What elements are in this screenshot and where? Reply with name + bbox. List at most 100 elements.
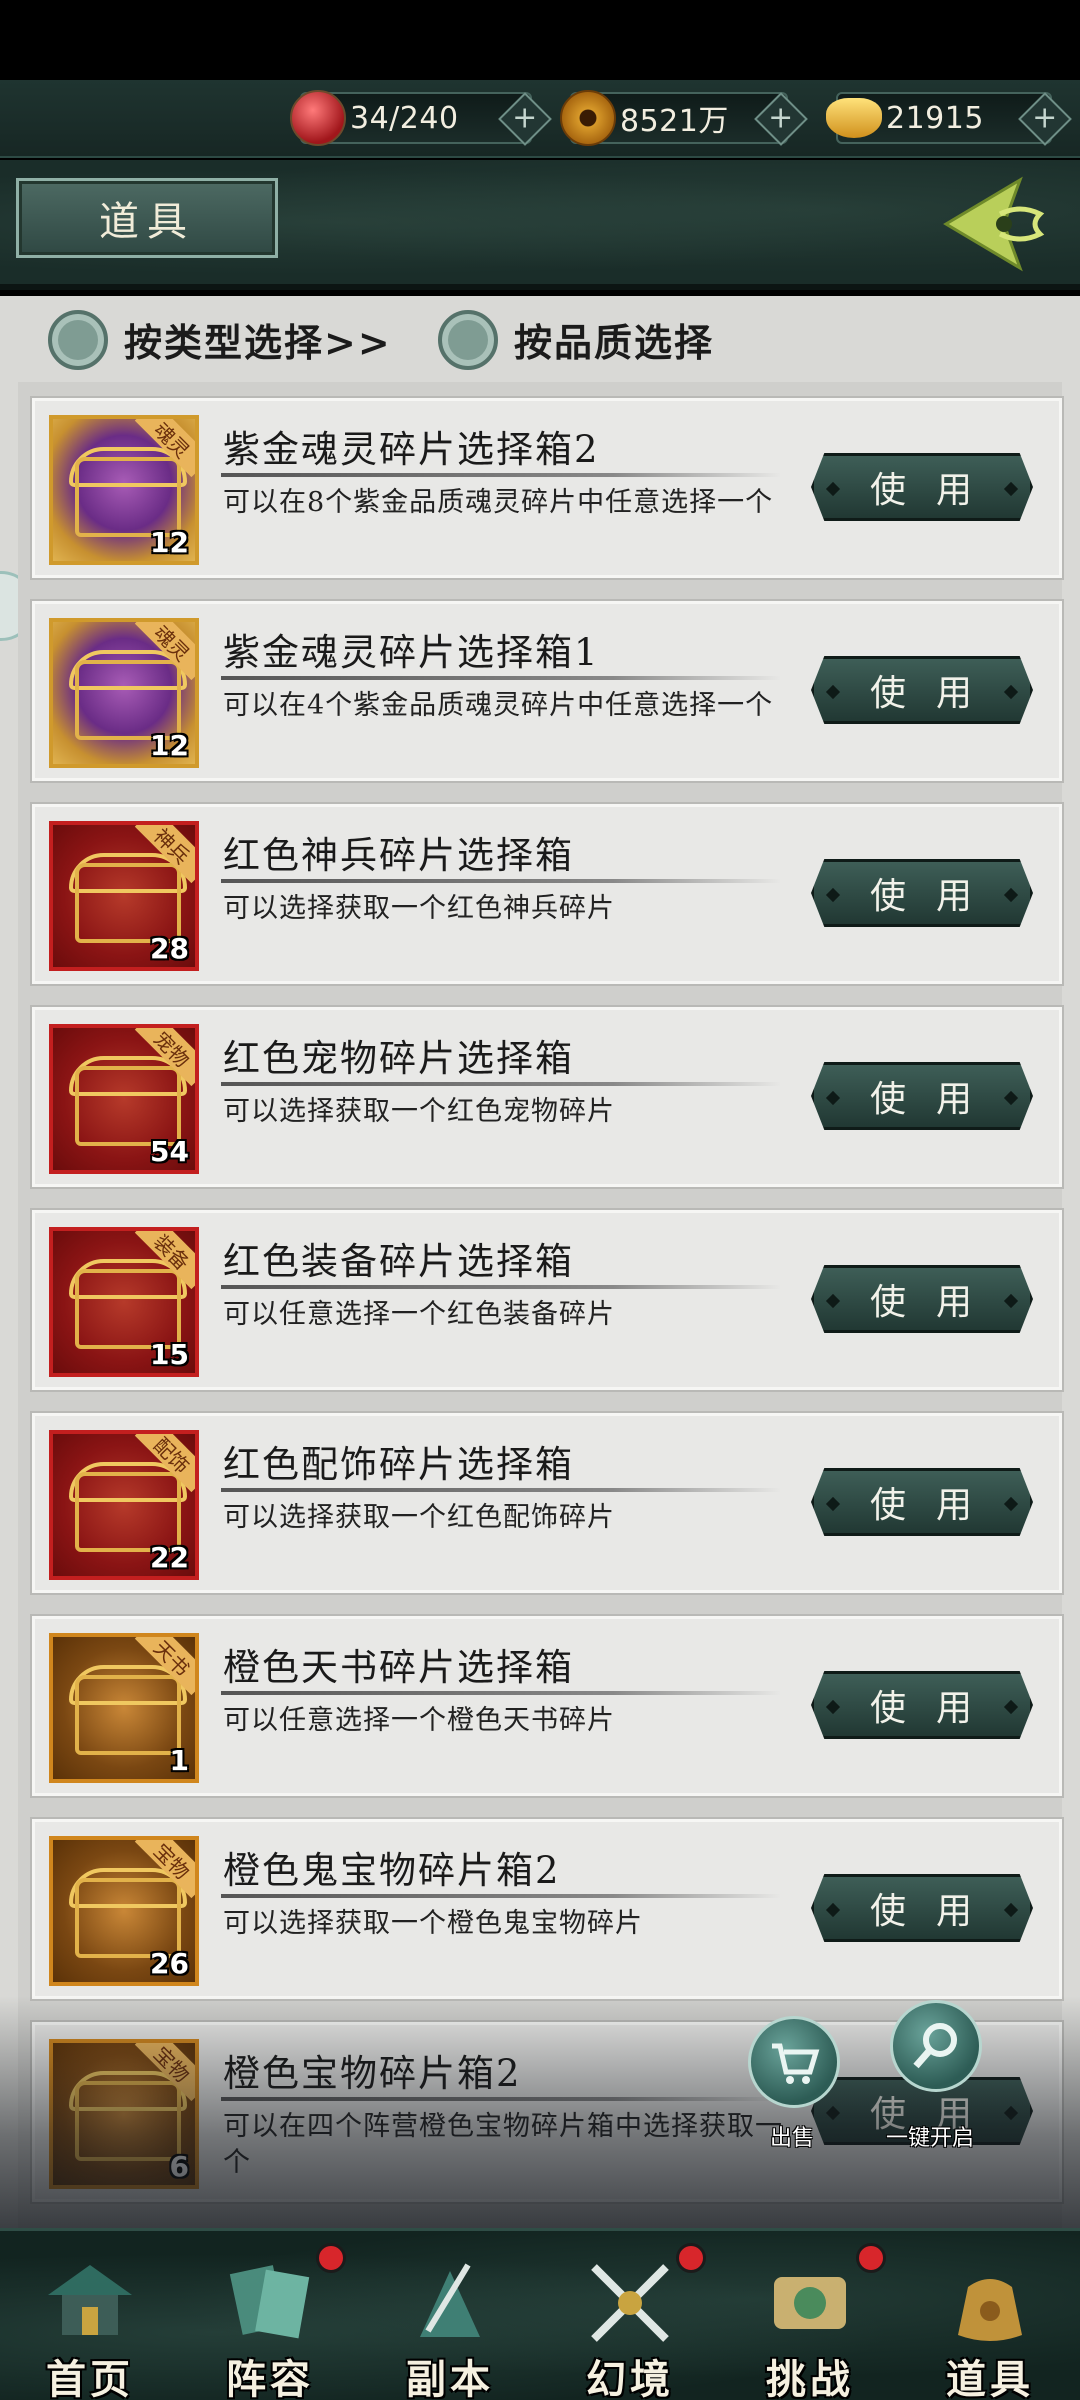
nav-label: 副本 (406, 2356, 494, 2400)
scroll-dragon-icon (758, 2251, 862, 2355)
item-divider (221, 473, 781, 477)
content-area: 按类型选择>> 按品质选择 魂灵 12 紫金魂灵碎片选择箱2 可以在8个紫金品质… (0, 296, 1080, 2228)
treasure-chest-icon (75, 863, 181, 943)
notification-dot (316, 2243, 346, 2273)
copper-coin-icon (560, 90, 616, 146)
use-button[interactable]: 使用 (811, 1062, 1033, 1130)
nav-item-5[interactable]: 道具 (900, 2231, 1080, 2400)
stamina-value: 34/240 (350, 100, 459, 136)
item-thumbnail[interactable]: 宝物 6 (49, 2039, 199, 2189)
add-coin-button[interactable]: + (754, 92, 808, 146)
item-count: 15 (150, 1338, 189, 1371)
open-all-label: 一键开启 (886, 2126, 975, 2151)
title-bar: 道具 (0, 160, 1080, 290)
use-button[interactable]: 使用 (811, 1671, 1033, 1739)
item-thumbnail[interactable]: 配饰 22 (49, 1430, 199, 1580)
item-thumbnail[interactable]: 魂灵 12 (49, 415, 199, 565)
item-divider (221, 2097, 781, 2101)
item-thumbnail[interactable]: 魂灵 12 (49, 618, 199, 768)
treasure-chest-icon (75, 2081, 181, 2161)
item-card: 神兵 28 红色神兵碎片选择箱 可以选择获取一个红色神兵碎片 使用 (32, 804, 1062, 984)
item-count: 12 (150, 526, 189, 559)
plus-icon: + (1032, 100, 1058, 136)
dungeon-sword-icon (398, 2251, 502, 2355)
add-ingot-button[interactable]: + (1018, 92, 1072, 146)
item-name: 红色配饰碎片选择箱 (223, 1443, 574, 1486)
use-button[interactable]: 使用 (811, 1874, 1033, 1942)
filter-quality-label[interactable]: 按品质选择 (514, 312, 714, 367)
nav-label: 挑战 (766, 2356, 854, 2400)
item-card: 魂灵 12 紫金魂灵碎片选择箱2 可以在8个紫金品质魂灵碎片中任意选择一个 使用 (32, 398, 1062, 578)
nav-label: 道具 (946, 2356, 1034, 2400)
item-divider (221, 676, 781, 680)
filter-quality-radio[interactable] (438, 310, 498, 370)
item-thumbnail[interactable]: 神兵 28 (49, 821, 199, 971)
plus-icon: + (512, 100, 538, 136)
magnifier-icon (913, 2023, 957, 2069)
nav-item-1[interactable]: 阵容 (180, 2231, 360, 2400)
item-description: 可以在4个紫金品质魂灵碎片中任意选择一个 (223, 690, 774, 721)
item-thumbnail[interactable]: 天书 1 (49, 1633, 199, 1783)
treasure-bag-icon (938, 2251, 1042, 2355)
sell-label: 出售 (770, 2126, 815, 2151)
treasure-chest-icon (75, 1878, 181, 1958)
filter-type-radio[interactable] (48, 310, 108, 370)
back-arrow-icon (943, 176, 1045, 272)
item-count: 26 (150, 1947, 189, 1980)
item-thumbnail[interactable]: 宝物 26 (49, 1836, 199, 1986)
add-stamina-button[interactable]: + (498, 92, 552, 146)
sell-button[interactable] (748, 2016, 840, 2108)
palace-icon (38, 2251, 142, 2355)
plus-icon: + (768, 100, 794, 136)
use-button[interactable]: 使用 (811, 1265, 1033, 1333)
notification-dot (856, 2243, 886, 2273)
treasure-chest-icon (75, 1675, 181, 1755)
coin-value: 8521万 (620, 104, 729, 139)
item-description: 可以在8个紫金品质魂灵碎片中任意选择一个 (223, 487, 774, 518)
item-name: 橙色天书碎片选择箱 (223, 1646, 574, 1689)
item-divider (221, 1488, 781, 1492)
screen: 34/240 + 8521万 + 21915 + 道具 按类型选择>> 按品质选… (0, 0, 1080, 2400)
item-count: 54 (150, 1135, 189, 1168)
open-all-button[interactable] (890, 2000, 982, 2092)
pill-gourd-icon (290, 90, 346, 146)
use-button[interactable]: 使用 (811, 1468, 1033, 1536)
treasure-chest-icon (75, 1472, 181, 1552)
coin-pill: 8521万 + (560, 90, 808, 146)
item-count: 22 (150, 1541, 189, 1574)
nav-label: 首页 (46, 2356, 134, 2400)
item-card: 天书 1 橙色天书碎片选择箱 可以任意选择一个橙色天书碎片 使用 (32, 1616, 1062, 1796)
resource-bar: 34/240 + 8521万 + 21915 + (0, 80, 1080, 158)
filter-type-label[interactable]: 按类型选择>> (124, 312, 392, 367)
cart-icon (772, 2043, 820, 2084)
item-name: 红色装备碎片选择箱 (223, 1240, 574, 1283)
item-count: 12 (150, 729, 189, 762)
ingot-pill: 21915 + (826, 92, 1072, 146)
use-button[interactable]: 使用 (811, 656, 1033, 724)
item-thumbnail[interactable]: 宠物 54 (49, 1024, 199, 1174)
item-name: 红色神兵碎片选择箱 (223, 834, 574, 877)
use-button[interactable]: 使用 (811, 859, 1033, 927)
item-divider (221, 879, 781, 883)
item-description: 可以选择获取一个橙色鬼宝物碎片 (223, 1908, 643, 1939)
item-list: 魂灵 12 紫金魂灵碎片选择箱2 可以在8个紫金品质魂灵碎片中任意选择一个 使用… (18, 382, 1062, 2228)
item-card: 魂灵 12 紫金魂灵碎片选择箱1 可以在4个紫金品质魂灵碎片中任意选择一个 使用 (32, 601, 1062, 781)
treasure-chest-icon (75, 1066, 181, 1146)
nav-label: 阵容 (226, 2356, 314, 2400)
nav-item-0[interactable]: 首页 (0, 2231, 180, 2400)
item-description: 可以任意选择一个红色装备碎片 (223, 1299, 615, 1330)
item-count: 6 (169, 2150, 189, 2183)
use-button[interactable]: 使用 (811, 453, 1033, 521)
item-count: 28 (150, 932, 189, 965)
stamina-pill: 34/240 + (290, 90, 552, 146)
gold-ingot-icon (826, 98, 882, 138)
item-name: 红色宠物碎片选择箱 (223, 1037, 574, 1080)
formation-cards-icon (218, 2251, 322, 2355)
nav-item-4[interactable]: 挑战 (720, 2231, 900, 2400)
item-name: 紫金魂灵碎片选择箱2 (223, 428, 600, 471)
nav-item-3[interactable]: 幻境 (540, 2231, 720, 2400)
back-button[interactable] (940, 174, 1058, 274)
bottom-nav: 首页 阵容 副本 幻境 挑战 道具 (0, 2228, 1080, 2400)
item-thumbnail[interactable]: 装备 15 (49, 1227, 199, 1377)
nav-item-2[interactable]: 副本 (360, 2231, 540, 2400)
